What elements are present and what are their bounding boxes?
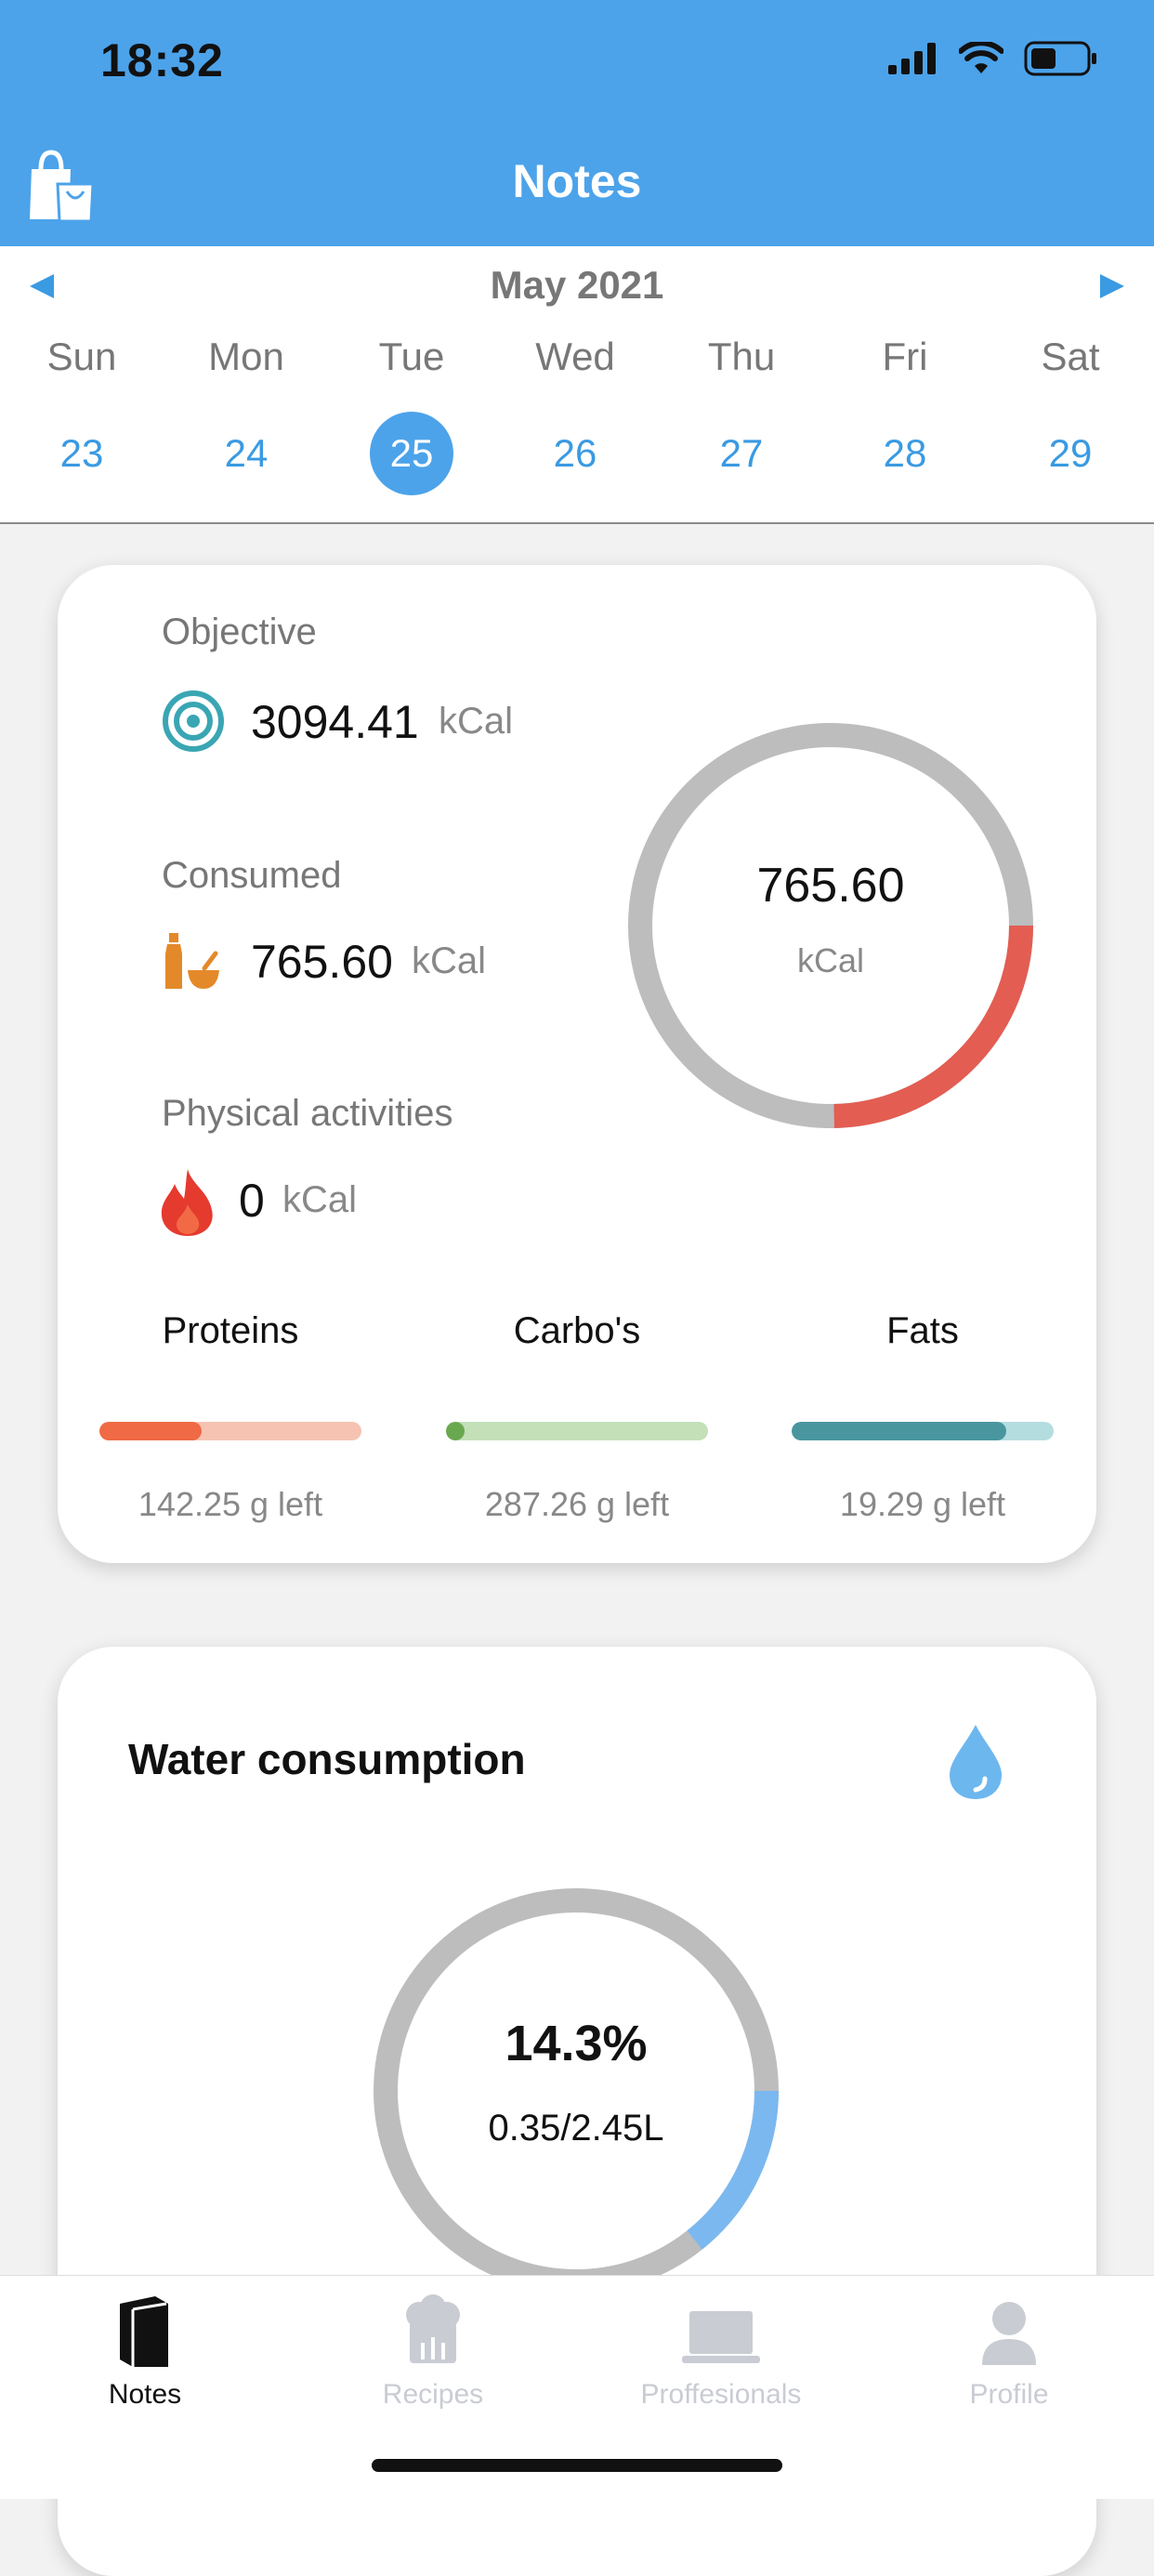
weekday-mon: Mon <box>208 335 284 378</box>
week-calendar: May 2021 Sun Mon Tue Wed Thu Fri Sat 23 … <box>0 246 1154 524</box>
water-amount: 0.35/2.45L <box>488 2108 664 2149</box>
carbs-progress-bar <box>446 1422 708 1440</box>
ring-value: 765.60 <box>756 859 905 913</box>
day-25-selected[interactable]: 25 <box>370 412 453 495</box>
book-icon <box>120 2296 168 2367</box>
consumed-unit: kCal <box>412 940 487 981</box>
proteins-left: 142.25 g left <box>138 1485 323 1523</box>
weekday-tue: Tue <box>378 335 445 378</box>
objective-value: 3094.41 <box>251 696 419 748</box>
tab-recipes[interactable]: Recipes <box>312 2294 554 2411</box>
carbs-left: 287.26 g left <box>484 1485 670 1523</box>
activities-unit: kCal <box>282 1179 358 1220</box>
home-indicator[interactable] <box>372 2459 782 2472</box>
water-percent: 14.3% <box>505 2016 648 2071</box>
status-time: 18:32 <box>100 34 224 86</box>
wifi-icon <box>959 42 1003 73</box>
fats-progress-fill <box>792 1422 1007 1440</box>
food-bottle-bowl-icon <box>165 933 219 989</box>
activities-label: Physical activities <box>162 1093 453 1134</box>
tab-profile-label: Profile <box>969 2379 1049 2410</box>
water-drop-icon[interactable] <box>946 1723 1005 1801</box>
tab-recipes-label: Recipes <box>382 2379 484 2410</box>
proteins-title: Proteins <box>162 1310 299 1351</box>
carbs-progress-fill <box>446 1422 465 1440</box>
objective-label: Objective <box>162 611 317 652</box>
weekday-sat: Sat <box>1041 335 1100 378</box>
carbs-title: Carbo's <box>513 1310 641 1351</box>
tab-proffesionals[interactable]: Proffesionals <box>600 2294 842 2411</box>
fats-progress-bar <box>792 1422 1054 1440</box>
weekday-fri: Fri <box>882 335 928 378</box>
tab-notes-label: Notes <box>108 2379 182 2410</box>
day-29[interactable]: 29 <box>1029 412 1112 495</box>
target-icon <box>163 690 224 752</box>
consumed-value: 765.60 <box>251 936 393 988</box>
fire-icon <box>161 1169 213 1236</box>
activities-value: 0 <box>239 1175 265 1227</box>
calories-card: Objective 3094.41 kCal Consumed 765.60 k… <box>58 565 1096 1563</box>
day-23[interactable]: 23 <box>40 412 124 495</box>
signal-icon <box>888 43 936 74</box>
water-title: Water consumption <box>128 1735 526 1783</box>
chef-hat-icon <box>406 2294 460 2363</box>
battery-icon <box>1024 41 1096 76</box>
objective-unit: kCal <box>439 701 514 742</box>
laptop-icon <box>682 2311 760 2363</box>
fats-left: 19.29 g left <box>839 1485 1006 1523</box>
status-icons <box>888 41 1098 76</box>
day-27[interactable]: 27 <box>700 412 783 495</box>
weekday-sun: Sun <box>46 335 117 378</box>
person-icon <box>982 2302 1036 2365</box>
page-title: Notes <box>512 155 642 207</box>
top-bar: 18:32 Notes <box>0 0 1154 246</box>
fats-title: Fats <box>886 1310 959 1351</box>
water-ring <box>374 1888 779 2293</box>
tab-notes[interactable]: Notes <box>24 2294 266 2411</box>
proteins-progress-fill <box>99 1422 202 1440</box>
month-label: May 2021 <box>490 263 664 307</box>
calories-ring <box>628 723 1033 1128</box>
ring-unit: kCal <box>796 941 865 979</box>
next-week-arrow-icon[interactable] <box>1098 272 1126 300</box>
day-26[interactable]: 26 <box>533 412 617 495</box>
day-24[interactable]: 24 <box>204 412 288 495</box>
weekday-wed: Wed <box>535 335 615 378</box>
day-28[interactable]: 28 <box>863 412 947 495</box>
tab-proffesionals-label: Proffesionals <box>640 2379 802 2410</box>
weekday-thu: Thu <box>707 335 776 378</box>
tab-profile[interactable]: Profile <box>888 2294 1130 2411</box>
consumed-label: Consumed <box>162 855 342 896</box>
proteins-progress-bar <box>99 1422 361 1440</box>
